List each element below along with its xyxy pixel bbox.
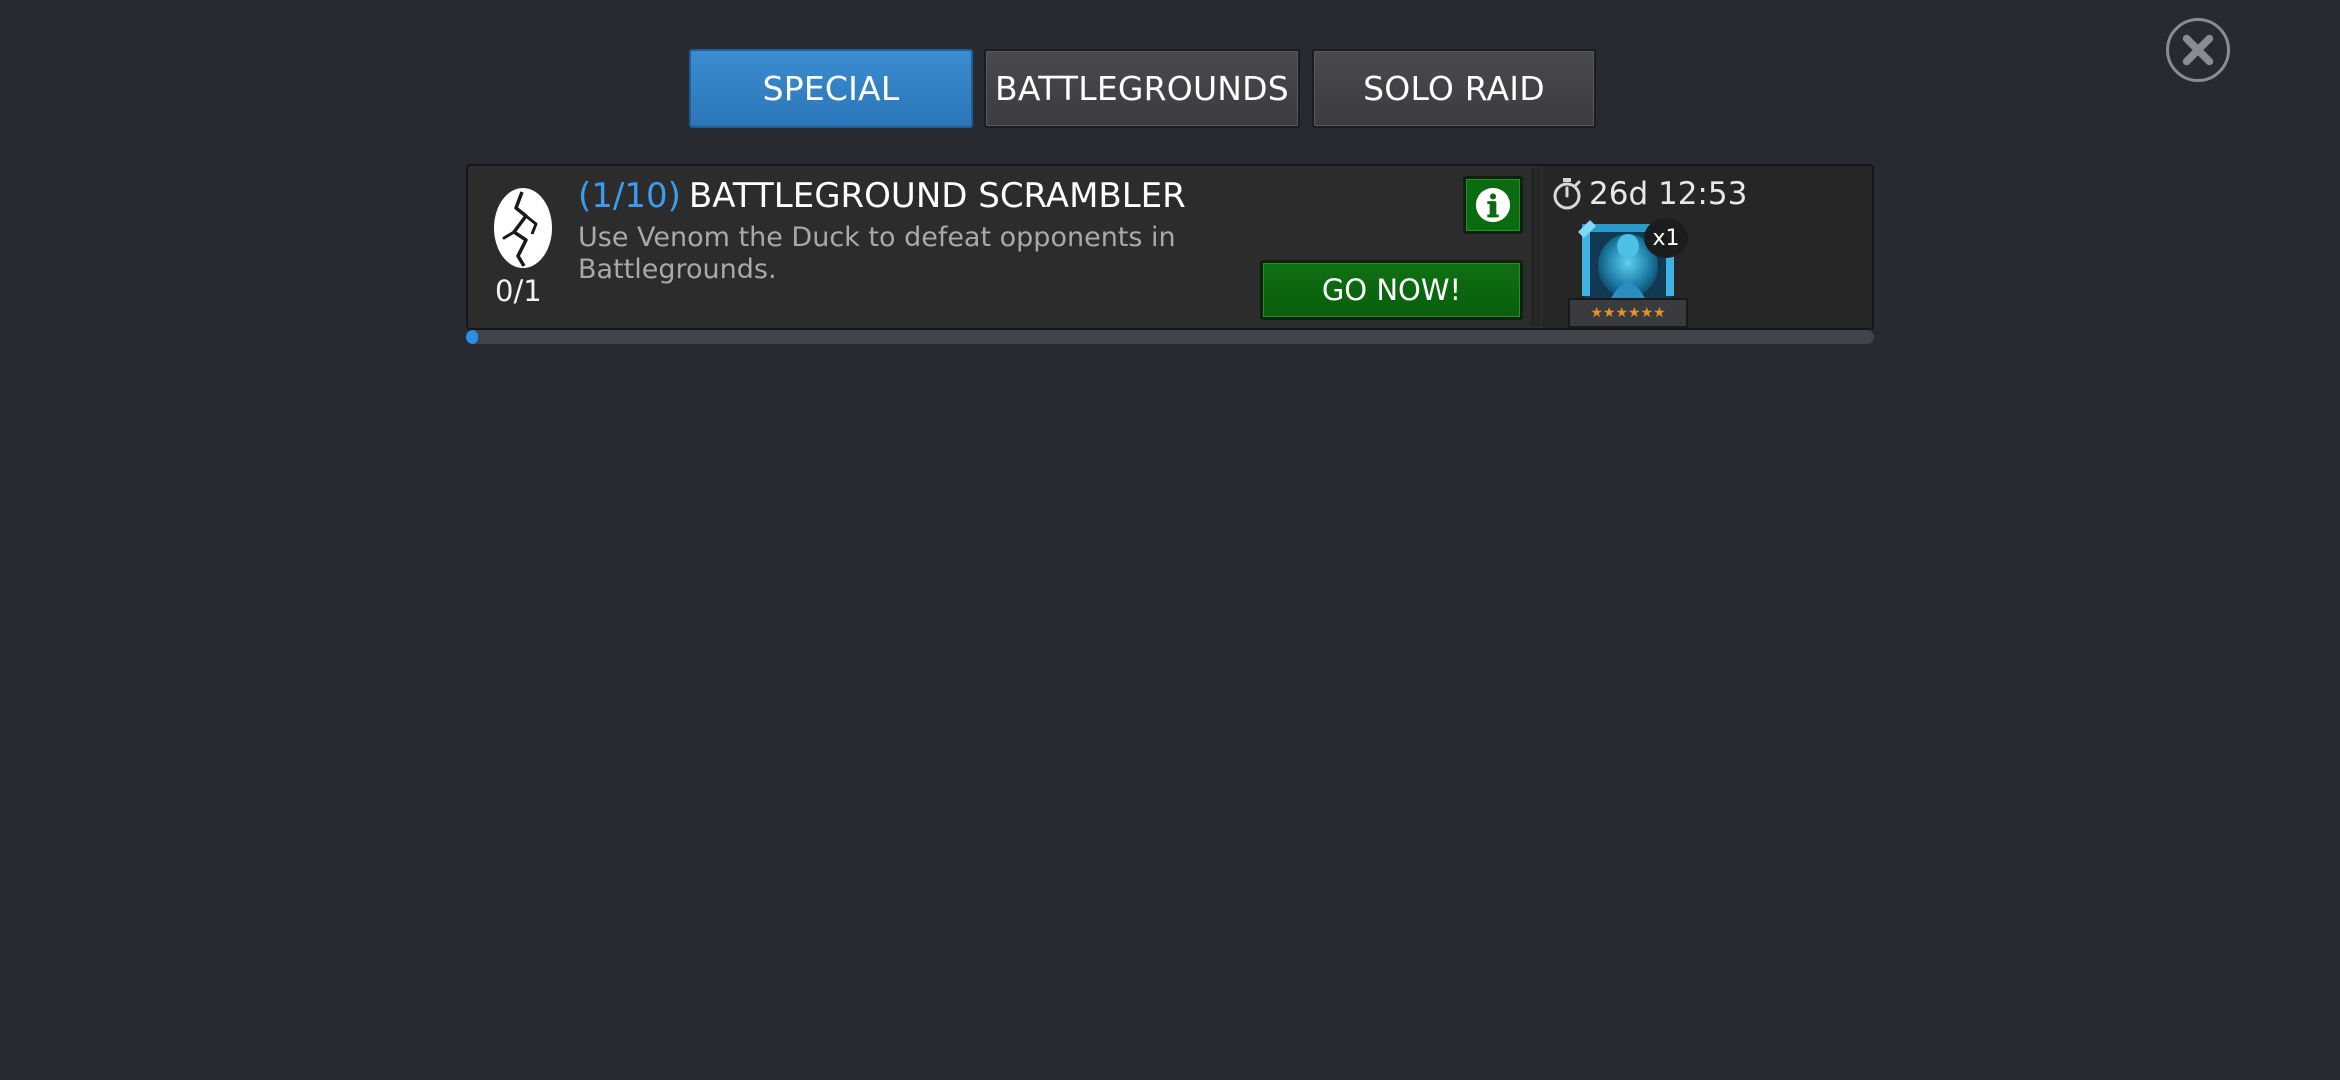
close-icon: [2182, 34, 2214, 66]
reward-item[interactable]: x1 ★★★★★★: [1568, 216, 1688, 328]
quest-progress-count: 0/1: [495, 274, 542, 308]
reward-star-rating: ★★★★★★: [1568, 298, 1688, 328]
quest-title-text: BATTLEGROUND SCRAMBLER: [688, 176, 1186, 216]
quest-card: 0/1 (1/10) BATTLEGROUND SCRAMBLER Use Ven…: [466, 164, 1874, 330]
timer-text: 26d 12:53: [1589, 176, 1748, 212]
tab-solo-raid[interactable]: SOLO RAID: [1312, 49, 1596, 128]
tab-special[interactable]: SPECIAL: [689, 49, 973, 128]
info-button[interactable]: [1463, 176, 1523, 234]
card-divider: [1531, 168, 1543, 326]
quest-progress-fill: [466, 330, 478, 344]
quest-title: (1/10) BATTLEGROUND SCRAMBLER: [578, 176, 1186, 216]
go-now-button[interactable]: GO NOW!: [1260, 260, 1523, 320]
tab-solo-raid-label: SOLO RAID: [1363, 69, 1545, 108]
stopwatch-icon: [1553, 178, 1581, 210]
tab-battlegrounds-label: BATTLEGROUNDS: [995, 69, 1289, 108]
quest-step: (1/10): [578, 176, 681, 216]
cracked-egg-icon: [494, 188, 552, 268]
reward-quantity: x1: [1644, 218, 1688, 258]
go-now-label: GO NOW!: [1321, 273, 1462, 307]
quest-progress-bar: [466, 330, 1874, 344]
quest-timer: 26d 12:53: [1551, 176, 1747, 212]
quest-description: Use Venom the Duck to defeat opponents i…: [578, 222, 1176, 285]
close-button[interactable]: [2166, 18, 2230, 82]
info-icon: [1475, 187, 1511, 223]
tab-special-label: SPECIAL: [762, 69, 900, 108]
tab-battlegrounds[interactable]: BATTLEGROUNDS: [984, 49, 1300, 128]
